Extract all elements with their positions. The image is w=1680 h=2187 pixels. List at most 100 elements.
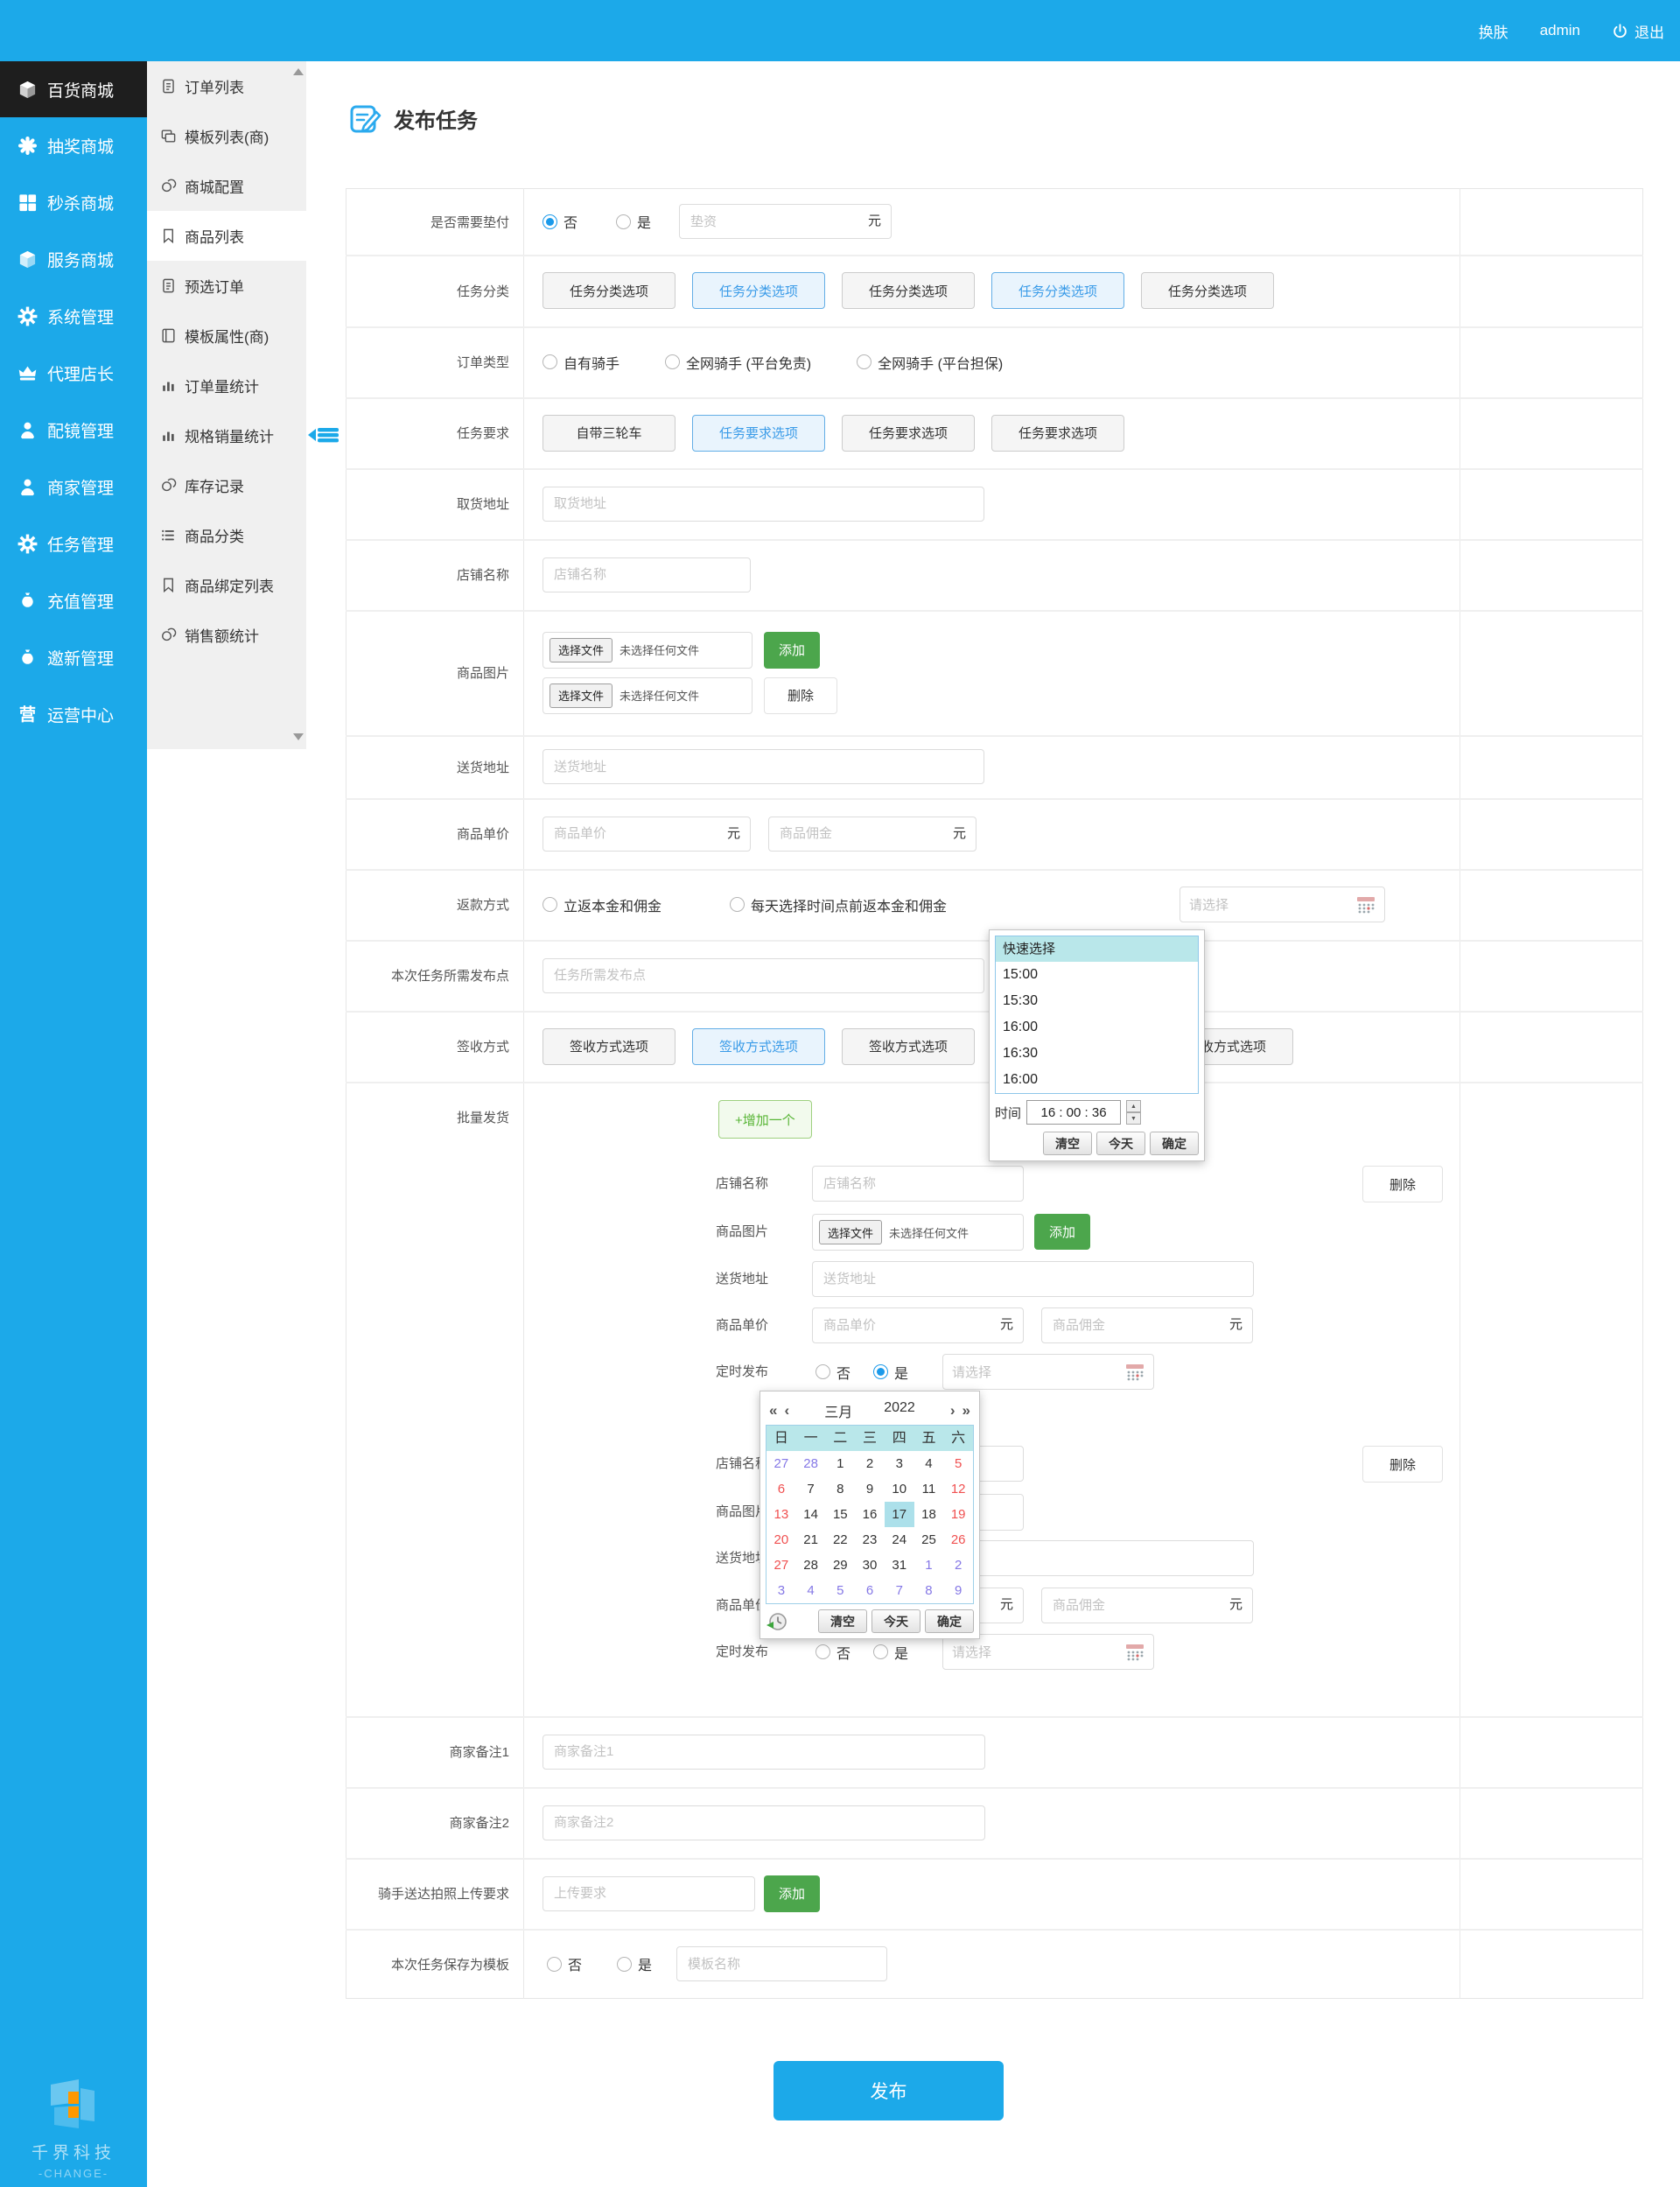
submenu-item-12[interactable]: 销售额统计	[147, 610, 306, 660]
prev-month-icon[interactable]: ‹	[780, 1402, 793, 1419]
calendar-day[interactable]: 20	[766, 1527, 796, 1553]
calendar-day[interactable]: 9	[855, 1476, 885, 1502]
submenu-item-3[interactable]: 商城配置	[147, 161, 306, 211]
shop-name-input[interactable]	[542, 557, 751, 592]
calendar-year[interactable]: 2022	[884, 1400, 915, 1421]
template-name-input[interactable]	[676, 1946, 887, 1981]
time-option-1[interactable]: 15:00	[996, 962, 1198, 988]
requirement-option-4[interactable]: 任务要求选项	[991, 415, 1124, 452]
submenu-item-8[interactable]: 规格销量统计	[147, 410, 306, 460]
category-option-1[interactable]: 任务分类选项	[542, 272, 676, 309]
sidebar-item-5[interactable]: 系统管理	[0, 288, 147, 345]
next-year-icon[interactable]: »	[959, 1402, 974, 1419]
batch-timed-yes-radio[interactable]: 是	[873, 1642, 908, 1663]
time-option-3[interactable]: 16:00	[996, 1014, 1198, 1041]
batch-delete-button[interactable]: 删除	[1362, 1166, 1443, 1202]
calendar-day[interactable]: 28	[796, 1451, 826, 1476]
category-option-4[interactable]: 任务分类选项	[991, 272, 1124, 309]
remark1-input[interactable]	[542, 1735, 985, 1770]
add-photo-requirement-button[interactable]: 添加	[764, 1875, 820, 1912]
sidebar-item-4[interactable]: 服务商城	[0, 231, 147, 288]
choose-file-button[interactable]: 选择文件	[819, 1220, 882, 1244]
prev-year-icon[interactable]: «	[766, 1402, 780, 1419]
calendar-day[interactable]: 7	[885, 1578, 914, 1603]
batch-timed-no-radio[interactable]: 否	[816, 1642, 850, 1663]
calendar-day[interactable]: 18	[914, 1502, 944, 1527]
choose-file-button[interactable]: 选择文件	[550, 683, 612, 708]
calendar-day[interactable]: 2	[855, 1451, 885, 1476]
sidebar-item-6[interactable]: 代理店长	[0, 345, 147, 402]
calendar-confirm-button[interactable]: 确定	[925, 1609, 974, 1633]
sidebar-item-8[interactable]: 商家管理	[0, 459, 147, 515]
commission-input[interactable]	[768, 817, 976, 852]
sidebar-item-9[interactable]: 任务管理	[0, 515, 147, 572]
batch-timed-yes-radio[interactable]: 是	[873, 1362, 908, 1383]
sidebar-item-7[interactable]: 配镜管理	[0, 402, 147, 459]
calendar-day[interactable]: 25	[914, 1527, 944, 1553]
template-yes-radio[interactable]: 是	[617, 1953, 652, 1974]
batch-delete-button[interactable]: 删除	[1362, 1446, 1443, 1483]
time-confirm-button[interactable]: 确定	[1150, 1132, 1199, 1155]
submenu-item-6[interactable]: 模板属性(商)	[147, 311, 306, 361]
calendar-day[interactable]: 30	[855, 1553, 885, 1578]
calendar-day[interactable]: 29	[825, 1553, 855, 1578]
order-type-radio-2[interactable]: 全网骑手 (平台免责)	[665, 352, 811, 373]
calendar-day[interactable]: 10	[885, 1476, 914, 1502]
calendar-day[interactable]: 7	[796, 1476, 826, 1502]
calendar-day[interactable]: 1	[825, 1451, 855, 1476]
collapse-menu-icon[interactable]	[308, 424, 340, 450]
refund-immediate-radio[interactable]: 立返本金和佣金	[542, 894, 662, 915]
spinner-down-icon[interactable]: ▼	[1126, 1112, 1141, 1125]
points-input[interactable]	[542, 958, 984, 993]
calendar-day[interactable]: 27	[766, 1553, 796, 1578]
calendar-day[interactable]: 3	[766, 1578, 796, 1603]
pickup-address-input[interactable]	[542, 487, 984, 522]
calendar-day[interactable]: 21	[796, 1527, 826, 1553]
spinner-up-icon[interactable]: ▲	[1126, 1100, 1141, 1112]
batch-delivery-input[interactable]	[812, 1261, 1254, 1297]
sidebar-item-2[interactable]: 抽奖商城	[0, 117, 147, 174]
time-option-5[interactable]: 16:00	[996, 1067, 1198, 1093]
submenu-item-11[interactable]: 商品绑定列表	[147, 560, 306, 610]
submenu-item-10[interactable]: 商品分类	[147, 510, 306, 560]
calendar-day-selected[interactable]: 17	[885, 1502, 914, 1527]
calendar-day[interactable]: 4	[914, 1451, 944, 1476]
calendar-day[interactable]: 5	[825, 1578, 855, 1603]
batch-timed-no-radio[interactable]: 否	[816, 1362, 850, 1383]
requirement-option-2[interactable]: 任务要求选项	[692, 415, 825, 452]
sidebar-item-12[interactable]: 营运营中心	[0, 686, 147, 743]
submenu-item-2[interactable]: 模板列表(商)	[147, 111, 306, 161]
calendar-today-button[interactable]: 今天	[872, 1609, 920, 1633]
calendar-day[interactable]: 6	[855, 1578, 885, 1603]
requirement-option-1[interactable]: 自带三轮车	[542, 415, 676, 452]
calendar-day[interactable]: 16	[855, 1502, 885, 1527]
calendar-day[interactable]: 8	[825, 1476, 855, 1502]
calendar-day[interactable]: 27	[766, 1451, 796, 1476]
submenu-item-4[interactable]: 商品列表	[147, 211, 306, 261]
batch-date-select[interactable]: 请选择	[942, 1354, 1154, 1390]
time-option-2[interactable]: 15:30	[996, 988, 1198, 1014]
calendar-day[interactable]: 1	[914, 1553, 944, 1578]
sidebar-item-1[interactable]: 百货商城	[0, 61, 147, 117]
calendar-day[interactable]: 3	[885, 1451, 914, 1476]
next-month-icon[interactable]: ›	[947, 1402, 959, 1419]
time-spinner-value[interactable]: 16 : 00 : 36	[1026, 1100, 1121, 1125]
calendar-day[interactable]: 6	[766, 1476, 796, 1502]
submenu-item-1[interactable]: 订单列表	[147, 61, 306, 111]
calendar-day[interactable]: 2	[943, 1553, 973, 1578]
calendar-day[interactable]: 13	[766, 1502, 796, 1527]
sign-option-3[interactable]: 签收方式选项	[842, 1028, 975, 1065]
requirement-option-3[interactable]: 任务要求选项	[842, 415, 975, 452]
remark2-input[interactable]	[542, 1805, 985, 1840]
file-input[interactable]: 选择文件 未选择任何文件	[542, 677, 752, 714]
logout-button[interactable]: 退出	[1612, 20, 1664, 42]
scroll-down-icon[interactable]	[293, 733, 304, 740]
submenu-item-7[interactable]: 订单量统计	[147, 361, 306, 410]
batch-price-input[interactable]	[812, 1307, 1024, 1343]
template-no-radio[interactable]: 否	[547, 1953, 582, 1974]
calendar-day[interactable]: 22	[825, 1527, 855, 1553]
calendar-month[interactable]: 三月	[824, 1400, 852, 1421]
add-image-button[interactable]: 添加	[764, 632, 820, 669]
sidebar-item-10[interactable]: 充值管理	[0, 572, 147, 629]
choose-file-button[interactable]: 选择文件	[550, 638, 612, 662]
